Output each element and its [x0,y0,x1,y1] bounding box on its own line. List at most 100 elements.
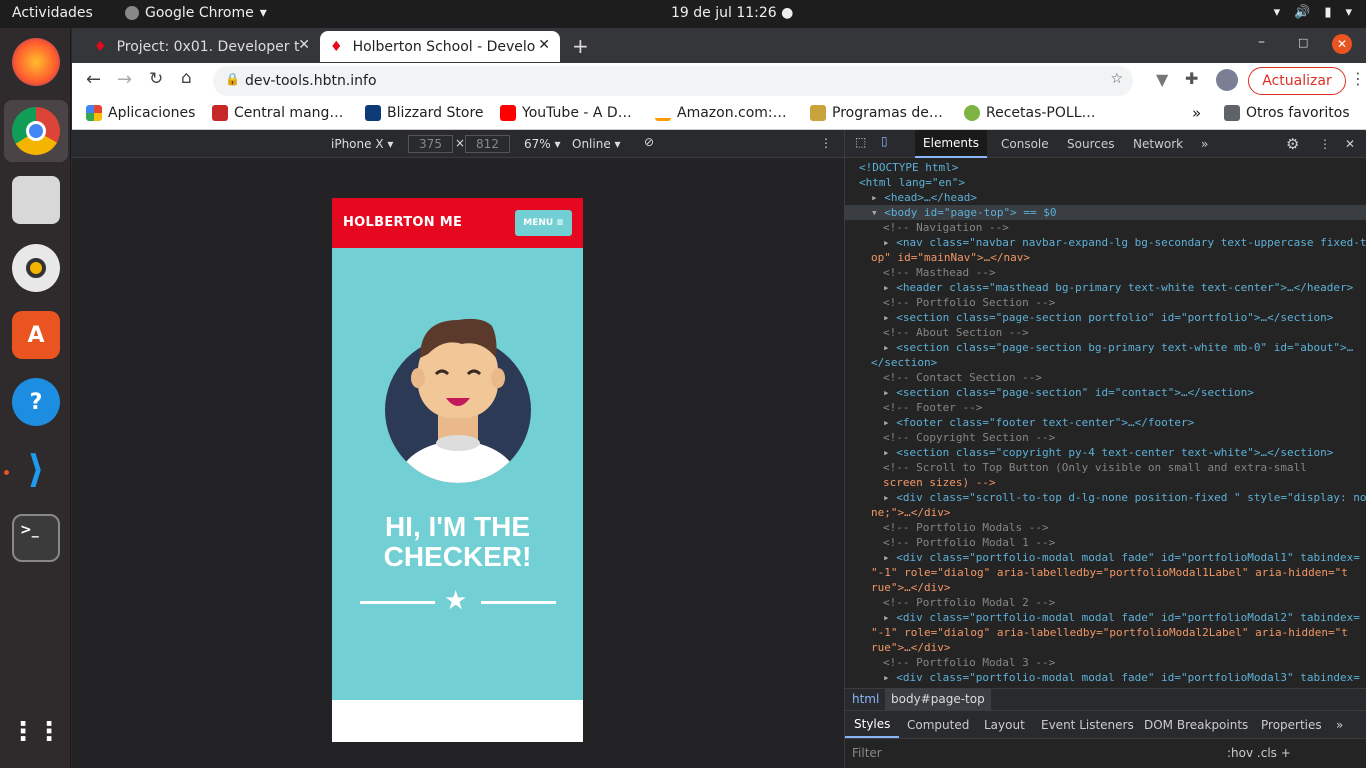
inspect-element-icon[interactable]: ⬚ [855,135,866,149]
extension-icon[interactable]: ▼ [1156,70,1168,89]
filter-tools[interactable]: :hov .cls + [1227,746,1291,760]
new-tab-button[interactable]: + [572,34,589,58]
tab-elements[interactable]: Elements [915,130,987,158]
more-tabs-icon[interactable]: » [1201,137,1208,151]
zoom-select[interactable]: 67% ▾ [524,137,561,151]
bookmark-item[interactable]: Recetas-POLL… [964,105,1096,121]
dom-node-row[interactable]: rue">…</div> [845,640,1366,655]
collapsed-arrow-icon[interactable]: ▸ [883,611,896,624]
dom-node-row[interactable]: ▸ <div class="portfolio-modal modal fade… [845,670,1366,685]
more-style-tabs-icon[interactable]: » [1336,718,1343,732]
firefox-icon[interactable] [12,38,60,86]
dom-node-row[interactable]: <!-- Portfolio Modal 1 --> [845,535,1366,550]
dom-node-row[interactable]: ne;">…</div> [845,505,1366,520]
collapsed-arrow-icon[interactable]: ▸ [871,191,884,204]
height-input[interactable]: 812 [465,135,510,153]
dom-node-row[interactable]: <!-- About Section --> [845,325,1366,340]
puzzle-icon[interactable]: ✚ [1185,69,1198,88]
navbar-brand[interactable]: HOLBERTON ME [343,215,462,230]
dom-node-row[interactable]: <!-- Portfolio Modals --> [845,520,1366,535]
dom-node-row[interactable]: ▸ <section class="page-section" id="cont… [845,385,1366,400]
expanded-arrow-icon[interactable]: ▾ [871,206,884,219]
collapsed-arrow-icon[interactable]: ▸ [883,491,896,504]
collapsed-arrow-icon[interactable]: ▸ [883,446,896,459]
dom-node-row[interactable]: ▸ <footer class="footer text-center">…</… [845,415,1366,430]
software-center-icon[interactable]: A [12,311,60,359]
width-input[interactable]: 375 [408,135,453,153]
bookmark-item[interactable]: Programas de… [810,105,943,121]
tab-project[interactable]: ♦ Project: 0x01. Developer t ✕ [84,31,320,62]
tab-sources[interactable]: Sources [1067,137,1114,151]
menu-dots-icon[interactable]: ⋮ [1350,69,1366,88]
dom-node-row[interactable]: "-1" role="dialog" aria-labelledby="port… [845,625,1366,640]
bookmark-apps[interactable]: Aplicaciones [86,105,195,121]
reload-icon[interactable]: ↻ [149,69,163,89]
dom-node-row[interactable]: <!-- Portfolio Modal 2 --> [845,595,1366,610]
close-devtools-icon[interactable]: ✕ [1345,137,1355,151]
tab-event-listeners[interactable]: Event Listeners [1041,718,1134,732]
dom-node-row[interactable]: <!-- Portfolio Modal 3 --> [845,655,1366,670]
omnibox[interactable]: 🔒 dev-tools.hbtn.info ☆ [213,66,1133,96]
collapsed-arrow-icon[interactable]: ▸ [883,416,896,429]
dom-node-row[interactable]: </section> [845,355,1366,370]
tab-console[interactable]: Console [1001,137,1049,151]
navbar-menu-button[interactable]: MENU ≡ [515,210,572,236]
settings-icon[interactable]: ⚙ [1286,135,1299,153]
minimize-button[interactable]: – [1258,34,1265,50]
tab-holberton[interactable]: ♦ Holberton School - Develo ✕ [320,31,560,62]
dom-node-row[interactable]: <!-- Portfolio Section --> [845,295,1366,310]
dom-node-row[interactable]: <!-- Navigation --> [845,220,1366,235]
avatar[interactable] [1216,69,1238,91]
tab-computed[interactable]: Computed [907,718,969,732]
maximize-button[interactable]: □ [1298,36,1308,49]
crumb-html[interactable]: html [852,692,879,706]
tab-network[interactable]: Network [1133,137,1183,151]
files-icon[interactable] [12,176,60,224]
collapsed-arrow-icon[interactable]: ▸ [883,671,896,684]
tab-properties[interactable]: Properties [1261,718,1322,732]
dom-node-row[interactable]: ▸ <div class="portfolio-modal modal fade… [845,550,1366,565]
app-menu[interactable]: Google Chrome ▾ [125,5,267,21]
dom-node-row[interactable]: screen sizes) --> [845,475,1366,490]
chrome-icon[interactable] [12,107,60,155]
show-apps-icon[interactable]: ⋮⋮ [10,708,62,756]
tab-dom-breakpoints[interactable]: DOM Breakpoints [1144,718,1248,732]
dom-node-row[interactable]: "-1" role="dialog" aria-labelledby="port… [845,565,1366,580]
close-window-button[interactable]: ✕ [1332,34,1352,54]
update-button[interactable]: Actualizar [1248,67,1346,95]
collapsed-arrow-icon[interactable]: ▸ [883,236,896,249]
dom-node-row[interactable]: ▸ <section class="page-section portfolio… [845,310,1366,325]
collapsed-arrow-icon[interactable]: ▸ [883,386,896,399]
tab-styles[interactable]: Styles [845,711,900,738]
dom-node-row[interactable]: rue">…</div> [845,580,1366,595]
dom-node-row[interactable]: ▸ <section class="copyright py-4 text-ce… [845,445,1366,460]
collapsed-arrow-icon[interactable]: ▸ [883,281,896,294]
bookmark-item[interactable]: Central mang… [212,105,343,121]
dom-node-row[interactable]: ▸ <section class="page-section bg-primar… [845,340,1366,355]
crumb-body[interactable]: body#page-top [885,689,991,711]
bookmark-item[interactable]: Amazon.com:… [655,105,787,121]
close-tab-icon[interactable]: ✕ [538,37,550,53]
dom-node-row[interactable]: <!-- Masthead --> [845,265,1366,280]
tab-layout[interactable]: Layout [984,718,1025,732]
dom-node-row[interactable]: <!-- Scroll to Top Button (Only visible … [845,460,1366,475]
dom-node-row[interactable]: ▸ <nav class="navbar navbar-expand-lg bg… [845,235,1366,250]
dom-node-row[interactable]: ▸ <header class="masthead bg-primary tex… [845,280,1366,295]
activities-button[interactable]: Actividades [12,5,93,21]
dom-node-row[interactable]: ▸ <head>…</head> [845,190,1366,205]
throttle-select[interactable]: Online ▾ [572,137,621,151]
filter-input[interactable]: Filter [852,746,882,760]
close-tab-icon[interactable]: ✕ [298,37,310,53]
dom-node-row[interactable]: ▸ <div class="scroll-to-top d-lg-none po… [845,490,1366,505]
dom-node-row[interactable]: <!-- Footer --> [845,400,1366,415]
home-icon[interactable]: ⌂ [181,68,192,88]
bookmark-star-icon[interactable]: ☆ [1110,71,1123,87]
dom-node-row[interactable]: op" id="mainNav">…</nav> [845,250,1366,265]
rhythmbox-icon[interactable] [12,244,60,292]
dom-node-row[interactable]: ▾ <body id="page-top"> == $0 [845,205,1366,220]
dom-node-row[interactable]: ▸ <div class="portfolio-modal modal fade… [845,610,1366,625]
bookmark-item[interactable]: Blizzard Store [365,105,484,121]
collapsed-arrow-icon[interactable]: ▸ [883,311,896,324]
vscode-icon[interactable]: ⟩ [12,445,60,493]
device-select[interactable]: iPhone X ▾ [331,137,393,151]
